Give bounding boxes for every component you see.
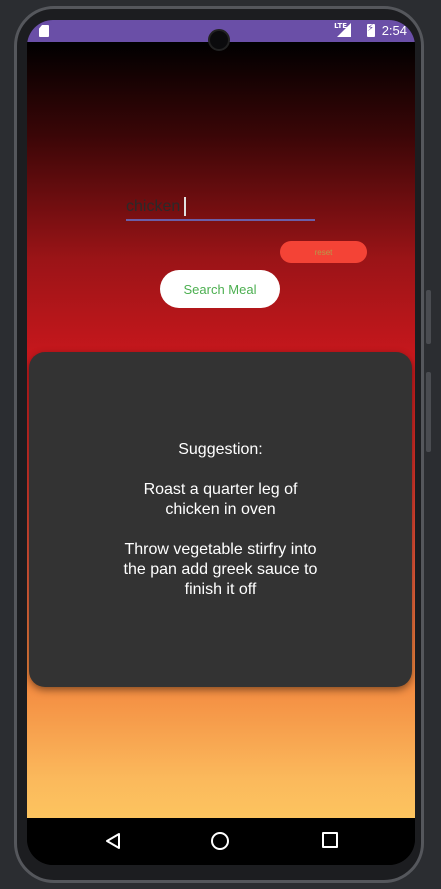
navigation-bar [27, 818, 415, 865]
text-cursor [184, 197, 186, 216]
suggestion-text: Suggestion: Roast a quarter leg of chick… [123, 440, 318, 598]
charging-bolt-icon: ⚡ [366, 23, 374, 34]
back-icon[interactable] [104, 832, 122, 850]
search-input[interactable] [126, 195, 315, 221]
suggestion-card: Suggestion: Roast a quarter leg of chick… [29, 352, 412, 687]
home-icon[interactable] [211, 832, 229, 850]
sd-card-icon [39, 25, 49, 37]
lte-label: LTE [334, 22, 347, 30]
recents-icon[interactable] [322, 832, 338, 848]
device-screen: LTE ⚡ 2:54 reset Search Meal Suggestion:… [27, 20, 415, 865]
app-content: reset Search Meal Suggestion: Roast a qu… [27, 42, 415, 818]
power-button [426, 290, 431, 344]
volume-button [426, 372, 431, 452]
reset-button[interactable]: reset [280, 241, 367, 263]
search-meal-button[interactable]: Search Meal [160, 270, 280, 308]
front-camera [208, 29, 230, 51]
status-time: 2:54 [381, 23, 407, 38]
